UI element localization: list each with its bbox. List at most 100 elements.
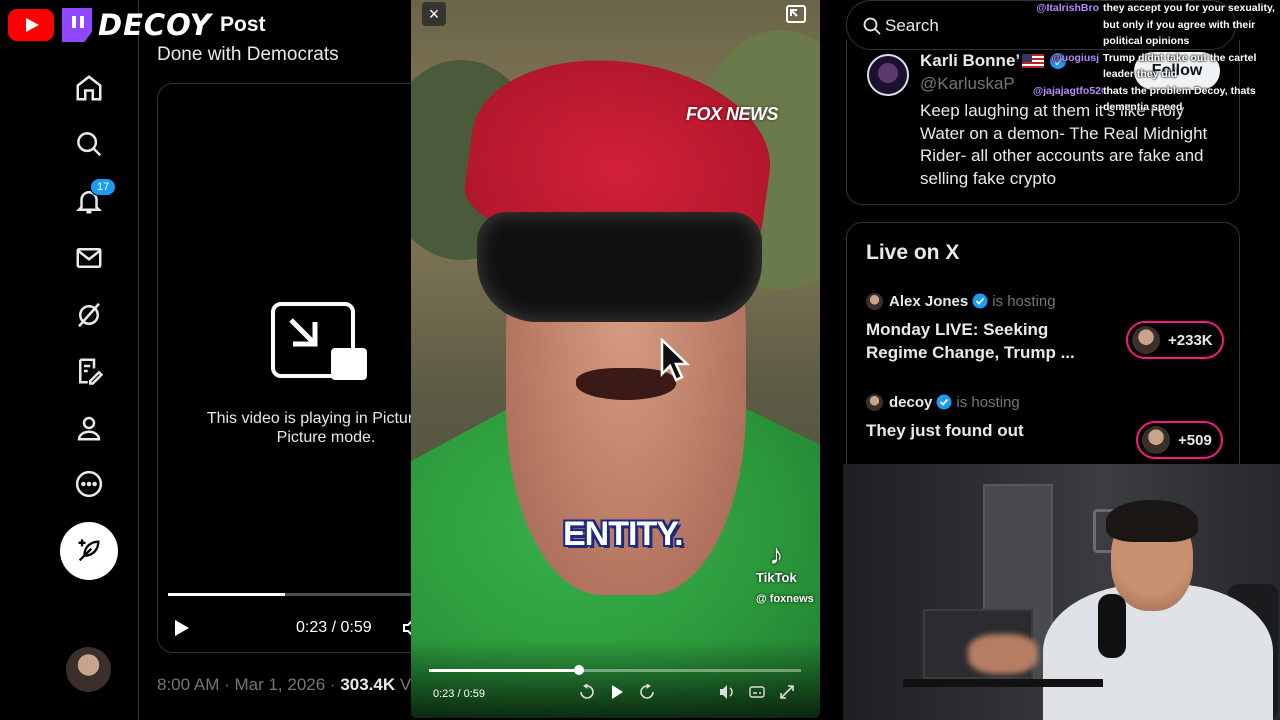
avatar <box>1142 426 1170 454</box>
video-caption: ENTITY. <box>563 515 684 553</box>
messages-nav-button[interactable] <box>60 235 118 281</box>
rewind-button[interactable] <box>579 683 595 700</box>
host-name: decoy <box>889 393 933 411</box>
forward-button[interactable] <box>639 683 655 700</box>
post-views-count: 303.4K <box>340 675 396 694</box>
host-row: decoy is hosting <box>866 392 1226 412</box>
grok-icon <box>78 302 100 328</box>
left-nav: 17 <box>0 0 139 720</box>
tiktok-watermark: ♪ TikTok <box>756 539 797 586</box>
home-nav-button[interactable] <box>60 65 118 111</box>
chat-text: they accept you for your sexuality, but … <box>1103 2 1275 47</box>
mic-arm <box>903 679 1103 687</box>
avatar <box>1132 326 1160 354</box>
chat-username: @uogiusj <box>1051 51 1099 64</box>
lists-icon <box>79 358 104 385</box>
rewind-icon <box>580 683 594 699</box>
pip-play-button[interactable] <box>609 684 625 700</box>
back-to-tab-icon[interactable] <box>785 4 807 24</box>
profile-nav-button[interactable] <box>60 405 118 451</box>
feather-plus-icon <box>78 539 100 562</box>
tiktok-label: TikTok <box>756 570 797 585</box>
captions-button[interactable] <box>749 684 765 700</box>
chat-message: @jajajagtfo5208 thats the problem Decoy,… <box>1033 83 1280 116</box>
expand-icon <box>780 685 794 699</box>
post-text: Done with Democrats <box>157 44 339 65</box>
explore-nav-button[interactable] <box>60 121 118 167</box>
listener-count: +509 <box>1178 431 1212 449</box>
live-section-title: Live on X <box>866 241 960 264</box>
chat-username: @ItalrishBro <box>1036 2 1099 14</box>
captions-icon <box>749 686 765 698</box>
close-icon: × <box>428 4 440 24</box>
play-icon[interactable] <box>174 619 190 637</box>
live-topic: Monday LIVE: Seeking Regime Change, Trum… <box>866 320 1075 362</box>
verified-icon <box>936 394 952 410</box>
account-avatar[interactable] <box>66 647 111 692</box>
search-icon <box>863 17 881 35</box>
forward-icon <box>640 683 654 699</box>
mail-icon <box>76 248 102 268</box>
streamer-webcam <box>843 464 1280 720</box>
chat-username: @jajajagtfo5208 <box>1033 84 1103 97</box>
listener-count-pill[interactable]: +509 <box>1136 421 1223 459</box>
post-video-player[interactable]: This video is playing in Picture-in-Pict… <box>157 83 412 653</box>
fox-news-logo: FOX NEWS <box>686 104 779 124</box>
mouse-cursor-icon <box>660 338 690 382</box>
grok-nav-button[interactable] <box>60 292 118 338</box>
host-status: is hosting <box>956 393 1020 411</box>
twitch-icon <box>62 8 92 42</box>
more-nav-button[interactable] <box>60 461 118 507</box>
suggested-user-name[interactable]: Karli Bonne’ <box>920 51 1020 71</box>
post-meta: 8:00 AM · Mar 1, 2026 · 303.4K Views <box>157 675 412 695</box>
notifications-nav-button[interactable]: 17 <box>60 178 118 224</box>
pip-progress-bar[interactable] <box>429 665 801 675</box>
pip-controls: 0:23 / 0:59 <box>411 640 820 718</box>
video-progress-fill <box>168 593 285 596</box>
chat-text: Trump didnt take out the cartel leader t… <box>1103 51 1257 81</box>
fullscreen-button[interactable] <box>779 684 795 700</box>
suggested-user-handle: @KarluskaP <box>920 74 1015 93</box>
sunglasses <box>477 212 762 322</box>
avatar[interactable] <box>867 54 909 96</box>
stream-brand-overlay: DECOY <box>8 6 212 44</box>
tiktok-handle: @ foxnews <box>756 593 814 605</box>
post-timestamp: 8:00 AM · Mar 1, 2026 · <box>157 675 341 694</box>
avatar <box>866 393 883 411</box>
main-column: Post Done with Democrats This video is p… <box>140 0 412 720</box>
listener-count-pill[interactable]: +233K <box>1126 321 1224 359</box>
pip-close-button[interactable]: × <box>422 2 446 26</box>
pip-message: This video is playing in Picture-in-Pict… <box>206 410 412 446</box>
stream-chat-overlay: @ItalrishBro they accept you for your se… <box>1033 0 1280 116</box>
compose-post-button[interactable] <box>60 522 118 580</box>
live-topic: They just found out <box>866 421 1024 440</box>
pip-video-window[interactable]: × FOX NEWS ENTITY. ♪ TikTok @ foxnews 0:… <box>411 0 820 718</box>
chat-message: @uogiusj Trump didnt take out the cartel… <box>1033 50 1280 83</box>
microphone <box>1098 594 1126 658</box>
person-icon <box>77 416 101 441</box>
notifications-badge: 17 <box>90 178 117 196</box>
listener-count: +233K <box>1168 331 1213 349</box>
tiktok-icon: ♪ <box>769 539 784 570</box>
host-status: is hosting <box>992 292 1056 310</box>
play-icon <box>612 685 623 699</box>
streamer-hand <box>968 634 1038 674</box>
pip-scrubber-handle[interactable] <box>574 665 585 675</box>
video-progress-bar[interactable] <box>168 593 412 596</box>
brand-name: DECOY <box>98 8 212 42</box>
pip-progress-fill <box>429 669 575 672</box>
video-time: 0:23 / 0:59 <box>296 619 372 636</box>
chat-message: @ItalrishBro they accept you for your se… <box>1033 0 1280 50</box>
host-row: Alex Jones is hosting <box>866 291 1226 311</box>
streamer-hair <box>1106 500 1198 542</box>
pip-volume-button[interactable] <box>719 684 735 700</box>
youtube-icon <box>8 9 54 41</box>
page-title: Post <box>220 13 266 36</box>
lists-nav-button[interactable] <box>60 348 118 394</box>
search-placeholder: Search <box>885 16 939 35</box>
volume-icon <box>720 685 733 699</box>
search-icon <box>77 132 102 157</box>
post-views-label: Views <box>399 675 412 694</box>
host-name: Alex Jones <box>889 292 969 310</box>
more-icon <box>75 470 103 498</box>
